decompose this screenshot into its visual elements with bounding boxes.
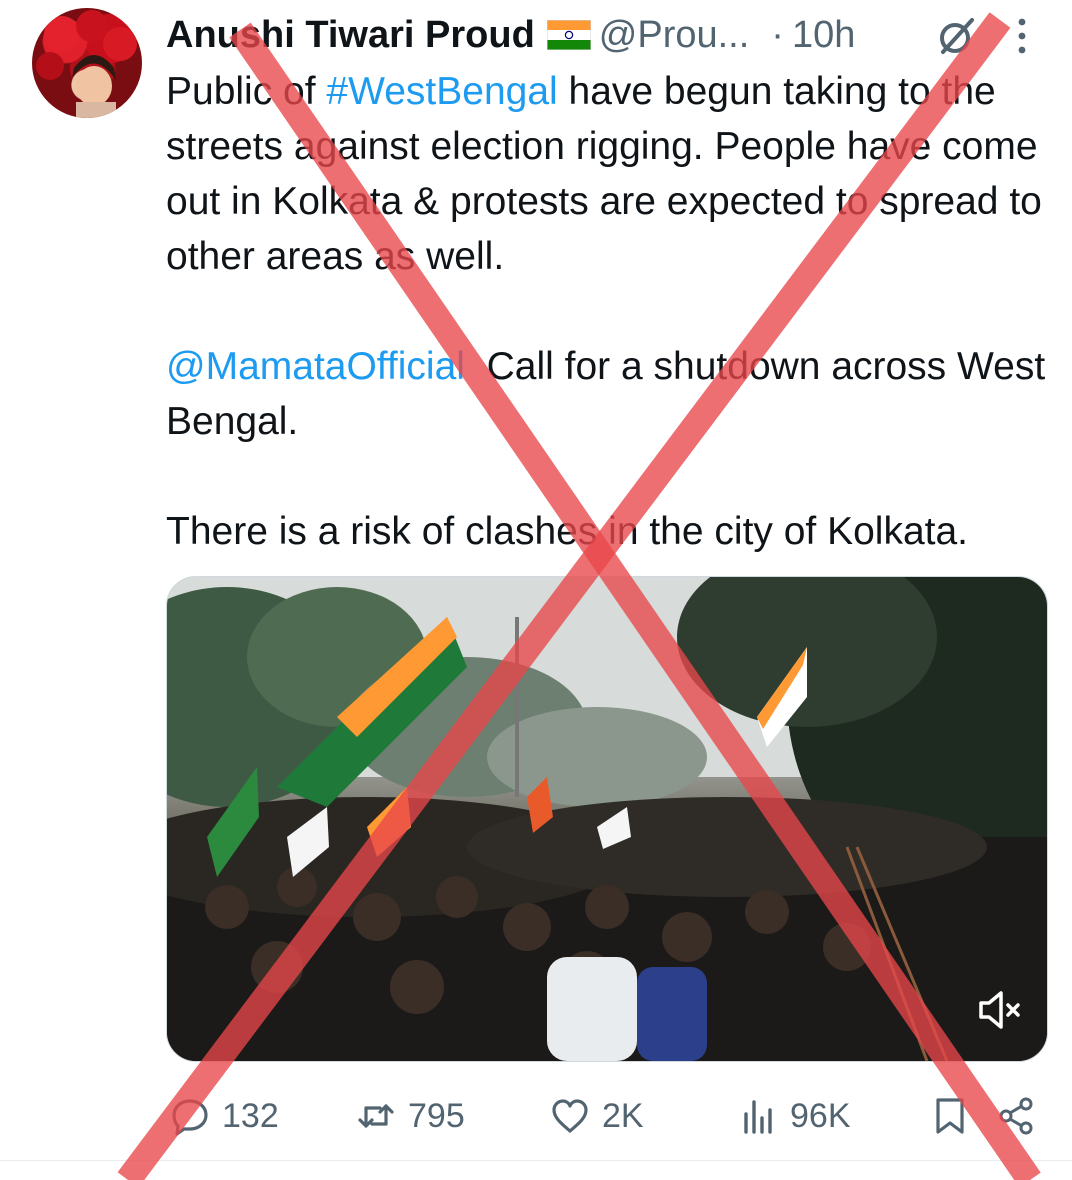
post-paragraph-3: There is a risk of clashes in the city o… — [166, 510, 969, 553]
author-handle[interactable]: @Prou... — [599, 14, 750, 57]
share-icon — [999, 1097, 1033, 1135]
repost-count: 795 — [408, 1096, 465, 1135]
post-text: Public of #WestBengal have begun taking … — [166, 64, 1046, 559]
bookmark-button[interactable] — [930, 1088, 982, 1144]
post-header: Anushi Tiwari Proud @Prou... · 10h — [166, 10, 1056, 60]
divider — [0, 1160, 1072, 1161]
avatar[interactable] — [32, 8, 142, 118]
separator-dot: · — [771, 13, 784, 56]
india-flag-icon — [546, 20, 591, 50]
like-count: 2K — [602, 1096, 644, 1135]
avatar-image — [36, 10, 137, 118]
post-time[interactable]: 10h — [792, 14, 855, 57]
post-text-segment: Public of — [166, 70, 327, 113]
reply-icon — [172, 1099, 208, 1136]
post-actions: 132 795 2K 96K — [166, 1088, 1046, 1144]
reply-count: 132 — [222, 1096, 279, 1135]
hashtag-link[interactable]: #WestBengal — [326, 70, 557, 113]
repost-icon — [358, 1104, 394, 1128]
views-button[interactable]: 96K — [738, 1088, 851, 1144]
muted-speaker-icon[interactable] — [975, 985, 1025, 1035]
video-frame — [167, 577, 1047, 1061]
like-icon — [552, 1099, 588, 1133]
share-button[interactable] — [996, 1088, 1048, 1144]
views-icon — [744, 1100, 772, 1134]
mention-link[interactable]: @MamataOfficial — [166, 345, 465, 388]
post-paragraph-1: Public of #WestBengal have begun taking … — [166, 64, 1046, 284]
bookmark-icon — [936, 1098, 964, 1134]
repost-button[interactable]: 795 — [356, 1088, 465, 1144]
post-video[interactable] — [166, 576, 1048, 1062]
more-options-icon[interactable] — [1012, 16, 1032, 56]
author-name[interactable]: Anushi Tiwari Proud — [166, 14, 535, 57]
reply-button[interactable]: 132 — [170, 1088, 279, 1144]
grok-icon[interactable] — [934, 14, 978, 58]
like-button[interactable]: 2K — [550, 1088, 644, 1144]
post-paragraph-2: @MamataOfficial Call for a shutdown acro… — [166, 339, 1046, 449]
views-count: 96K — [790, 1096, 851, 1135]
